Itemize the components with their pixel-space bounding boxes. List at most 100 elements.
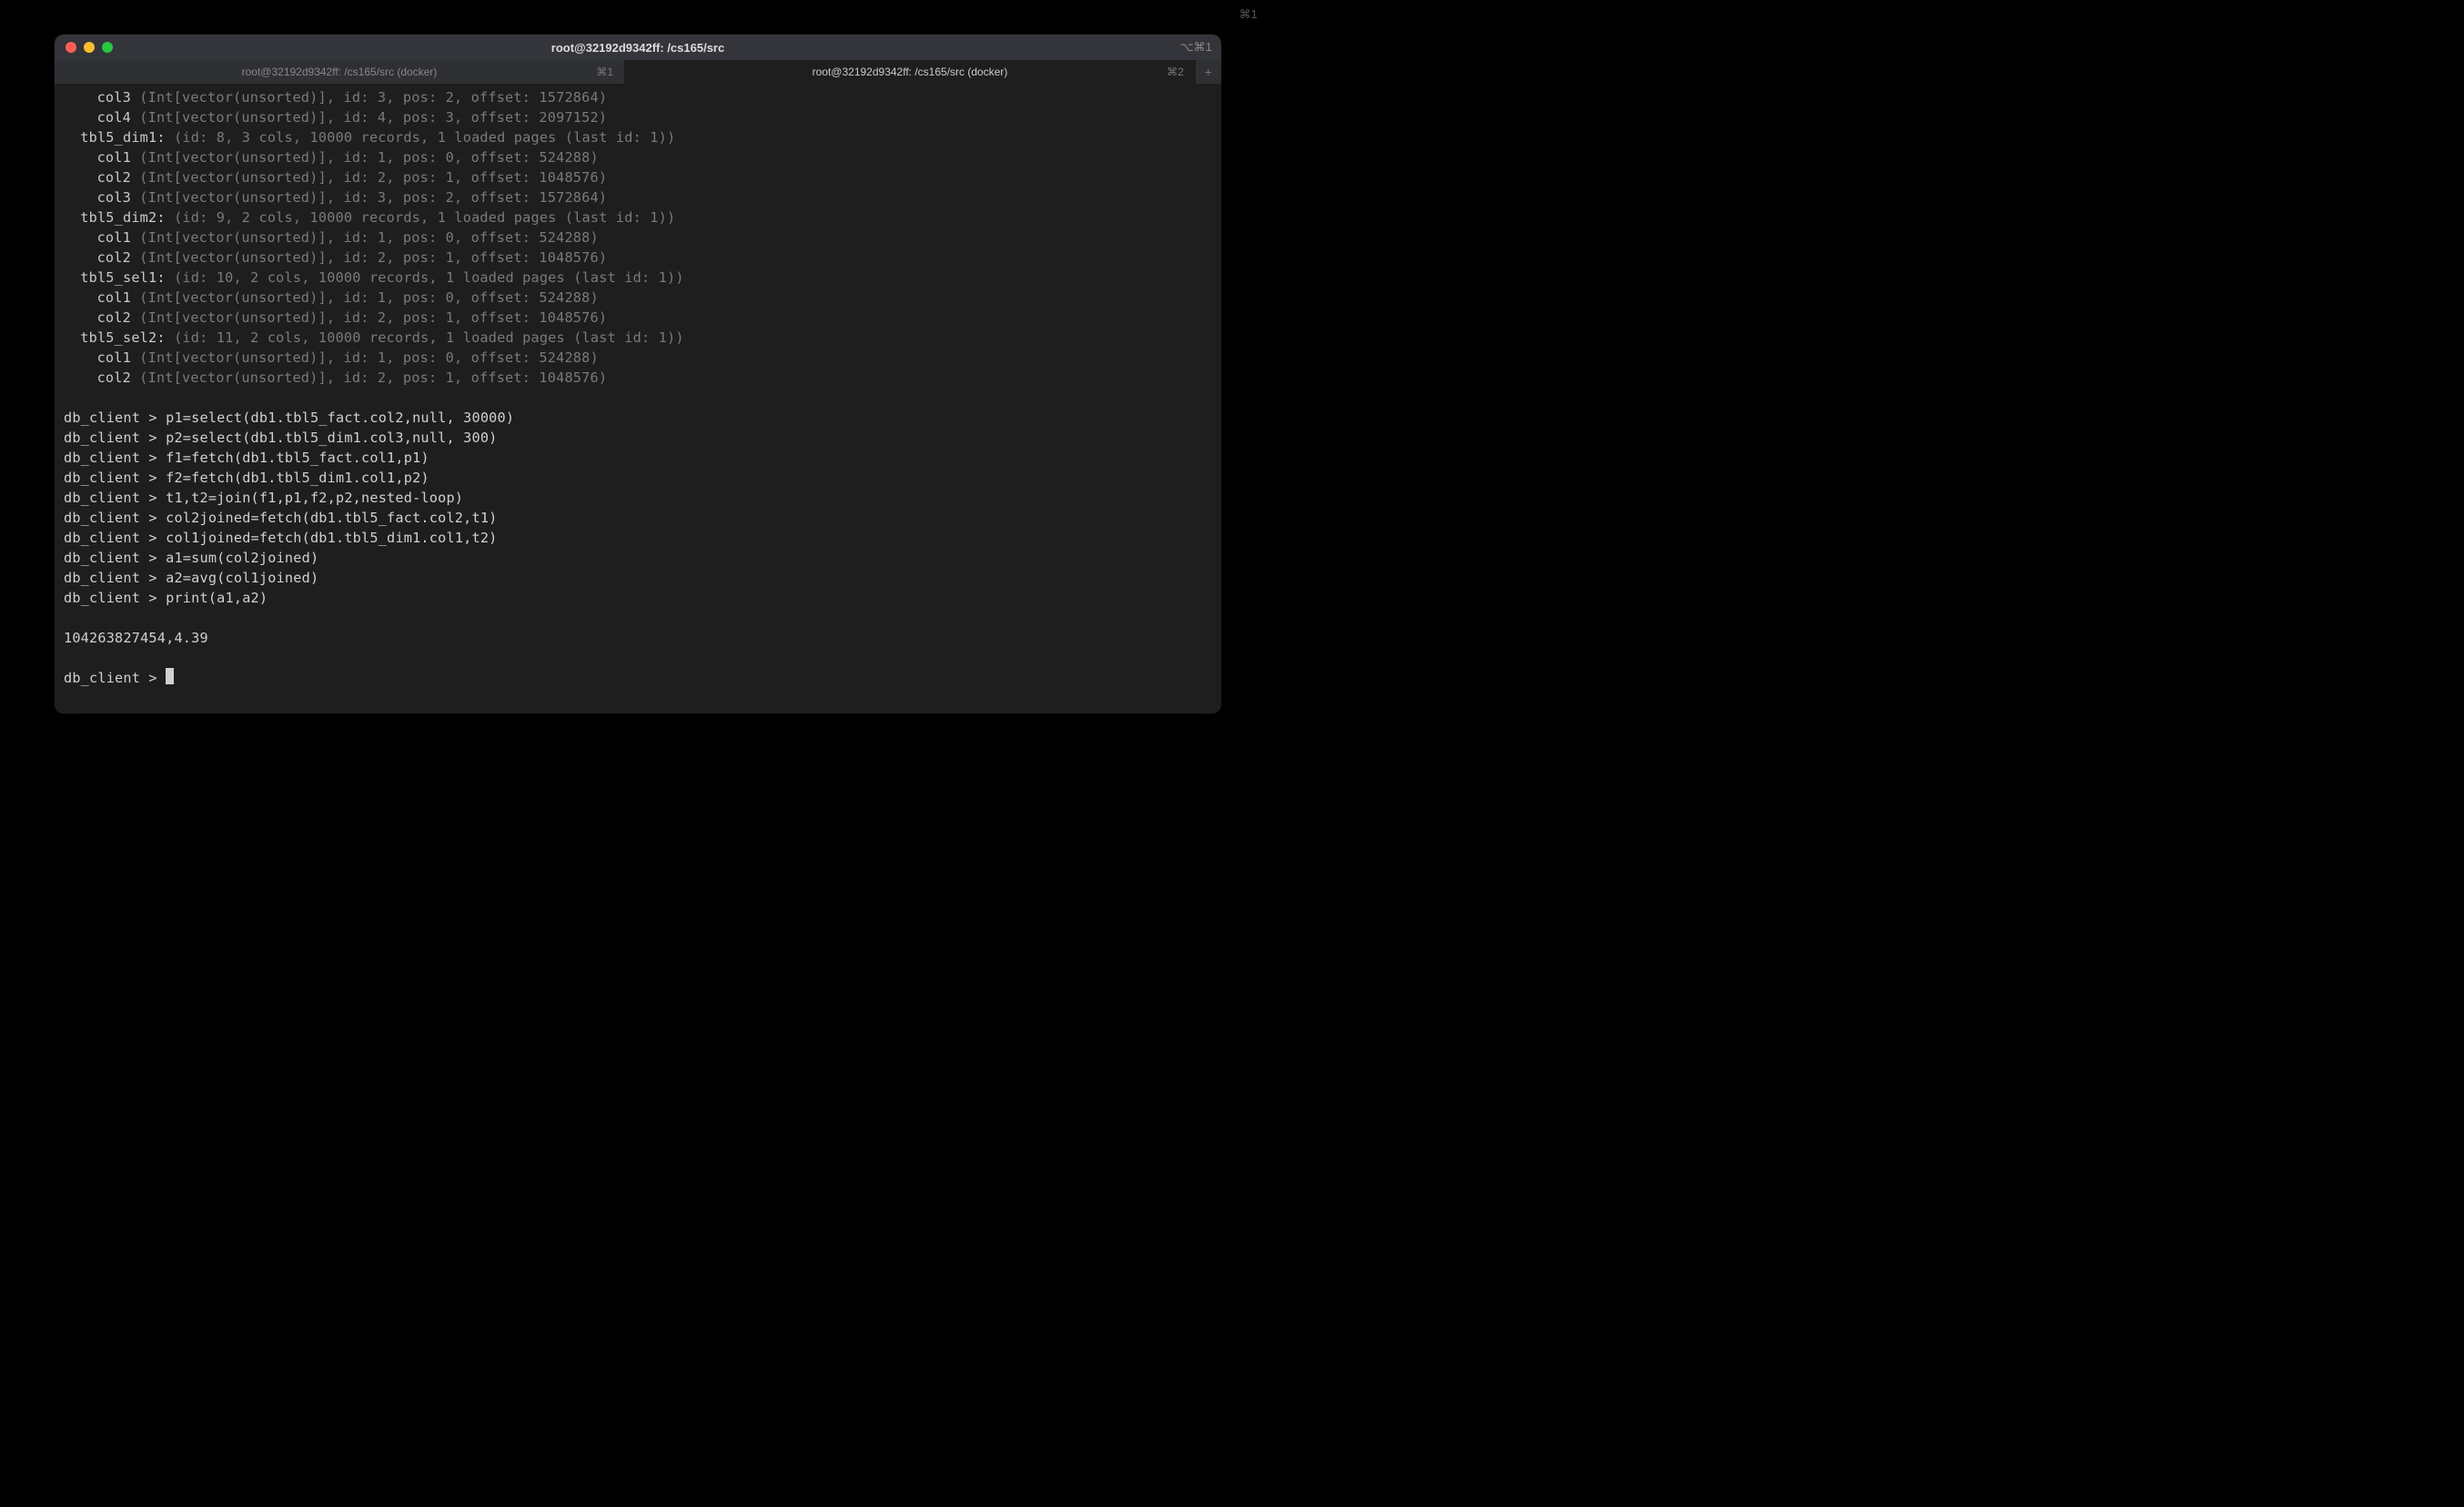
column-name: col1 [97,289,140,306]
schema-desc: (id: 8, 3 cols, 10000 records, 1 loaded … [174,129,675,146]
tab-1-shortcut: ⌘1 [596,66,613,78]
schema-desc: (Int[vector(unsorted)], id: 2, pos: 1, o… [139,169,607,186]
command-line: db_client > p1=select(db1.tbl5_fact.col2… [64,408,1212,428]
schema-desc: (id: 11, 2 cols, 10000 records, 1 loaded… [174,329,684,346]
add-tab-button[interactable]: + [1196,60,1221,84]
schema-desc: (Int[vector(unsorted)], id: 1, pos: 0, o… [139,229,599,246]
minimize-icon[interactable] [84,42,95,53]
schema-desc: (Int[vector(unsorted)], id: 3, pos: 2, o… [139,89,607,106]
schema-desc: (Int[vector(unsorted)], id: 2, pos: 1, o… [139,249,607,266]
table-name: tbl5_dim2: [80,209,174,226]
command-text: a1=sum(col2joined) [166,550,318,566]
command-line: db_client > f2=fetch(db1.tbl5_dim1.col1,… [64,468,1212,488]
schema-table-line: tbl5_sel1: (id: 10, 2 cols, 10000 record… [64,268,1212,288]
column-name: col3 [97,189,140,206]
prompt-text: db_client > [64,490,166,506]
schema-desc: (Int[vector(unsorted)], id: 2, pos: 1, o… [139,369,607,386]
command-line: db_client > print(a1,a2) [64,588,1212,608]
column-name: col2 [97,309,140,326]
window-titlebar[interactable]: root@32192d9342ff: /cs165/src ⌥⌘1 [55,35,1221,60]
column-name: col2 [97,369,140,386]
column-name: col3 [97,89,140,106]
command-line: db_client > p2=select(db1.tbl5_dim1.col3… [64,428,1212,448]
prompt-text: db_client > [64,410,166,426]
command-text: p2=select(db1.tbl5_dim1.col3,null, 300) [166,430,497,446]
command-line: db_client > t1,t2=join(f1,p1,f2,p2,neste… [64,488,1212,508]
command-text: p1=select(db1.tbl5_fact.col2,null, 30000… [166,410,514,426]
table-name: tbl5_sel2: [80,329,174,346]
prompt-text: db_client > [64,450,166,466]
tab-2-label: root@32192d9342ff: /cs165/src (docker) [813,66,1008,78]
desktop-space-indicator: ⌘1 [1239,7,1257,22]
traffic-lights [66,42,113,53]
schema-table-line: tbl5_dim1: (id: 8, 3 cols, 10000 records… [64,127,1212,147]
command-text: a2=avg(col1joined) [166,570,318,586]
column-name: col1 [97,229,140,246]
schema-column-line: col1 (Int[vector(unsorted)], id: 1, pos:… [64,288,1212,308]
schema-column-line: col4 (Int[vector(unsorted)], id: 4, pos:… [64,107,1212,127]
command-line: db_client > a2=avg(col1joined) [64,568,1212,588]
command-line: db_client > col1joined=fetch(db1.tbl5_di… [64,528,1212,548]
command-text: t1,t2=join(f1,p1,f2,p2,nested-loop) [166,490,463,506]
schema-desc: (Int[vector(unsorted)], id: 4, pos: 3, o… [139,109,607,126]
column-name: col2 [97,249,140,266]
command-text: col1joined=fetch(db1.tbl5_dim1.col1,t2) [166,530,497,546]
command-text: print(a1,a2) [166,590,268,606]
schema-desc: (Int[vector(unsorted)], id: 1, pos: 0, o… [139,289,599,306]
tab-1[interactable]: root@32192d9342ff: /cs165/src (docker) ⌘… [55,60,625,84]
schema-column-line: col1 (Int[vector(unsorted)], id: 1, pos:… [64,147,1212,167]
tab-2-shortcut: ⌘2 [1166,66,1184,78]
command-text: f2=fetch(db1.tbl5_dim1.col1,p2) [166,470,429,486]
schema-column-line: col3 (Int[vector(unsorted)], id: 3, pos:… [64,187,1212,207]
schema-column-line: col1 (Int[vector(unsorted)], id: 1, pos:… [64,348,1212,368]
table-name: tbl5_dim1: [80,129,174,146]
schema-column-line: col1 (Int[vector(unsorted)], id: 1, pos:… [64,228,1212,248]
column-name: col1 [97,149,140,166]
schema-table-line: tbl5_sel2: (id: 11, 2 cols, 10000 record… [64,328,1212,348]
schema-column-line: col2 (Int[vector(unsorted)], id: 2, pos:… [64,167,1212,187]
prompt-text: db_client > [64,470,166,486]
tab-bar: root@32192d9342ff: /cs165/src (docker) ⌘… [55,60,1221,84]
command-line: db_client > f1=fetch(db1.tbl5_fact.col1,… [64,448,1212,468]
command-text: col2joined=fetch(db1.tbl5_fact.col2,t1) [166,510,497,526]
blank-line [64,388,1212,408]
column-name: col1 [97,349,140,366]
close-icon[interactable] [66,42,76,53]
prompt-text: db_client > [64,570,166,586]
prompt-text: db_client > [64,430,166,446]
maximize-icon[interactable] [102,42,113,53]
schema-column-line: col2 (Int[vector(unsorted)], id: 2, pos:… [64,248,1212,268]
schema-desc: (id: 9, 2 cols, 10000 records, 1 loaded … [174,209,675,226]
column-name: col4 [97,109,140,126]
schema-column-line: col3 (Int[vector(unsorted)], id: 3, pos:… [64,87,1212,107]
tab-2[interactable]: root@32192d9342ff: /cs165/src (docker) ⌘… [625,60,1196,84]
command-text: f1=fetch(db1.tbl5_fact.col1,p1) [166,450,429,466]
titlebar-right-indicators: ⌥⌘1 [1180,40,1212,55]
command-line: db_client > col2joined=fetch(db1.tbl5_fa… [64,508,1212,528]
active-prompt-line: db_client > [64,668,1212,688]
blank-line [64,648,1212,668]
schema-column-line: col2 (Int[vector(unsorted)], id: 2, pos:… [64,368,1212,388]
prompt-text: db_client > [64,550,166,566]
table-name: tbl5_sel1: [80,269,174,286]
schema-desc: (Int[vector(unsorted)], id: 1, pos: 0, o… [139,349,599,366]
schema-desc: (Int[vector(unsorted)], id: 3, pos: 2, o… [139,189,607,206]
prompt-text: db_client > [64,590,166,606]
output-line: 104263827454,4.39 [64,628,1212,648]
desktop-background: ⌘1 root@32192d9342ff: /cs165/src ⌥⌘1 roo… [0,0,1274,779]
tab-1-label: root@32192d9342ff: /cs165/src (docker) [242,66,438,78]
schema-desc: (Int[vector(unsorted)], id: 2, pos: 1, o… [139,309,607,326]
command-line: db_client > a1=sum(col2joined) [64,548,1212,568]
prompt-text: db_client > [64,670,166,686]
command-output: 104263827454,4.39 [64,630,208,646]
terminal-window: root@32192d9342ff: /cs165/src ⌥⌘1 root@3… [55,35,1221,713]
pane-indicator-icon: ⌥⌘1 [1180,40,1212,55]
cursor[interactable] [166,668,174,684]
schema-desc: (Int[vector(unsorted)], id: 1, pos: 0, o… [139,149,599,166]
schema-column-line: col2 (Int[vector(unsorted)], id: 2, pos:… [64,308,1212,328]
window-title: root@32192d9342ff: /cs165/src [55,41,1221,55]
terminal-output-area[interactable]: col3 (Int[vector(unsorted)], id: 3, pos:… [55,84,1221,713]
prompt-text: db_client > [64,530,166,546]
blank-line [64,608,1212,628]
prompt-text: db_client > [64,510,166,526]
